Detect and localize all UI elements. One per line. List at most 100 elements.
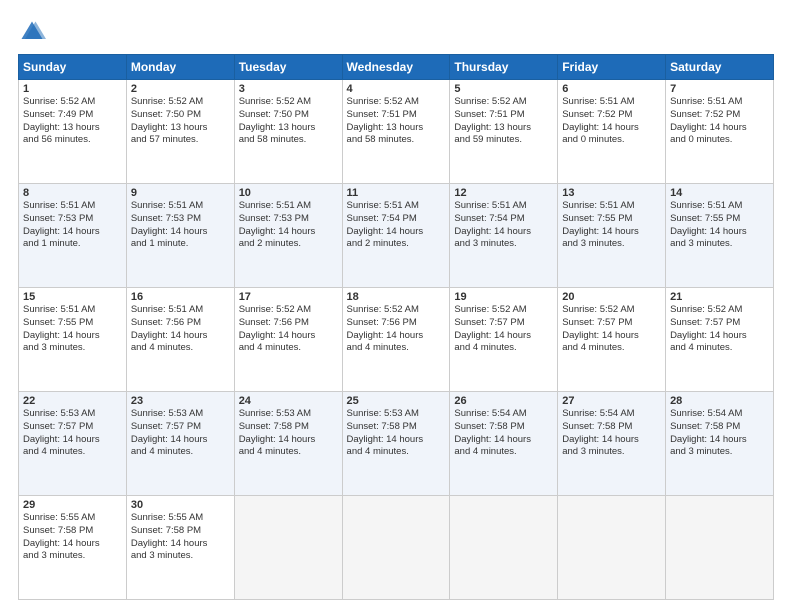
calendar-cell: 14Sunrise: 5:51 AM Sunset: 7:55 PM Dayli… <box>666 184 774 288</box>
day-info: Sunrise: 5:52 AM Sunset: 7:57 PM Dayligh… <box>562 304 661 355</box>
calendar-cell: 9Sunrise: 5:51 AM Sunset: 7:53 PM Daylig… <box>126 184 234 288</box>
day-info: Sunrise: 5:54 AM Sunset: 7:58 PM Dayligh… <box>454 408 553 459</box>
day-number: 20 <box>562 291 661 303</box>
day-number: 7 <box>670 83 769 95</box>
day-header-saturday: Saturday <box>666 55 774 80</box>
day-header-thursday: Thursday <box>450 55 558 80</box>
day-info: Sunrise: 5:55 AM Sunset: 7:58 PM Dayligh… <box>131 512 230 563</box>
day-number: 6 <box>562 83 661 95</box>
calendar-cell <box>342 496 450 600</box>
calendar-cell: 21Sunrise: 5:52 AM Sunset: 7:57 PM Dayli… <box>666 288 774 392</box>
calendar-cell <box>558 496 666 600</box>
day-number: 29 <box>23 499 122 511</box>
week-row-2: 8Sunrise: 5:51 AM Sunset: 7:53 PM Daylig… <box>19 184 774 288</box>
day-info: Sunrise: 5:52 AM Sunset: 7:51 PM Dayligh… <box>454 96 553 147</box>
calendar-cell: 15Sunrise: 5:51 AM Sunset: 7:55 PM Dayli… <box>19 288 127 392</box>
day-number: 18 <box>347 291 446 303</box>
day-number: 9 <box>131 187 230 199</box>
calendar-cell: 10Sunrise: 5:51 AM Sunset: 7:53 PM Dayli… <box>234 184 342 288</box>
calendar-cell: 3Sunrise: 5:52 AM Sunset: 7:50 PM Daylig… <box>234 80 342 184</box>
calendar-cell <box>666 496 774 600</box>
calendar-cell: 29Sunrise: 5:55 AM Sunset: 7:58 PM Dayli… <box>19 496 127 600</box>
calendar-cell: 11Sunrise: 5:51 AM Sunset: 7:54 PM Dayli… <box>342 184 450 288</box>
calendar-cell: 8Sunrise: 5:51 AM Sunset: 7:53 PM Daylig… <box>19 184 127 288</box>
day-header-wednesday: Wednesday <box>342 55 450 80</box>
day-info: Sunrise: 5:53 AM Sunset: 7:58 PM Dayligh… <box>347 408 446 459</box>
calendar-cell: 28Sunrise: 5:54 AM Sunset: 7:58 PM Dayli… <box>666 392 774 496</box>
logo-icon <box>18 18 46 46</box>
day-number: 13 <box>562 187 661 199</box>
day-number: 5 <box>454 83 553 95</box>
day-info: Sunrise: 5:51 AM Sunset: 7:55 PM Dayligh… <box>670 200 769 251</box>
page: SundayMondayTuesdayWednesdayThursdayFrid… <box>0 0 792 612</box>
day-header-monday: Monday <box>126 55 234 80</box>
day-number: 21 <box>670 291 769 303</box>
day-number: 30 <box>131 499 230 511</box>
week-row-4: 22 Sunrise: 5:53 AM Sunset: 7:57 PM Dayli… <box>19 392 774 496</box>
calendar-cell: 18Sunrise: 5:52 AM Sunset: 7:56 PM Dayli… <box>342 288 450 392</box>
day-number: 24 <box>239 395 338 407</box>
day-info: Sunrise: 5:51 AM Sunset: 7:55 PM Dayligh… <box>562 200 661 251</box>
day-info: Sunrise: 5:54 AM Sunset: 7:58 PM Dayligh… <box>562 408 661 459</box>
day-info: Sunrise: 5:52 AM Sunset: 7:49 PM Dayligh… <box>23 96 122 147</box>
week-row-3: 15Sunrise: 5:51 AM Sunset: 7:55 PM Dayli… <box>19 288 774 392</box>
day-info: Sunrise: 5:53 AM Sunset: 7:58 PM Dayligh… <box>239 408 338 459</box>
calendar-cell <box>234 496 342 600</box>
day-info: Sunrise: 5:52 AM Sunset: 7:56 PM Dayligh… <box>347 304 446 355</box>
calendar-cell: 5Sunrise: 5:52 AM Sunset: 7:51 PM Daylig… <box>450 80 558 184</box>
calendar-cell: 7Sunrise: 5:51 AM Sunset: 7:52 PM Daylig… <box>666 80 774 184</box>
day-number: 10 <box>239 187 338 199</box>
calendar-cell: 12Sunrise: 5:51 AM Sunset: 7:54 PM Dayli… <box>450 184 558 288</box>
day-info: Sunrise: 5:51 AM Sunset: 7:53 PM Dayligh… <box>23 200 122 251</box>
day-number: 22 <box>23 395 122 407</box>
day-number: 25 <box>347 395 446 407</box>
day-info: Sunrise: 5:52 AM Sunset: 7:50 PM Dayligh… <box>131 96 230 147</box>
day-info: Sunrise: 5:53 AM Sunset: 7:57 PM Dayligh… <box>131 408 230 459</box>
day-info: Sunrise: 5:55 AM Sunset: 7:58 PM Dayligh… <box>23 512 122 563</box>
day-number: 14 <box>670 187 769 199</box>
day-header-friday: Friday <box>558 55 666 80</box>
day-number: 2 <box>131 83 230 95</box>
day-number: 11 <box>347 187 446 199</box>
calendar-header-row: SundayMondayTuesdayWednesdayThursdayFrid… <box>19 55 774 80</box>
calendar-cell: 4Sunrise: 5:52 AM Sunset: 7:51 PM Daylig… <box>342 80 450 184</box>
day-info: Sunrise: 5:51 AM Sunset: 7:54 PM Dayligh… <box>347 200 446 251</box>
day-number: 1 <box>23 83 122 95</box>
day-number: 17 <box>239 291 338 303</box>
day-info: Sunrise: 5:51 AM Sunset: 7:52 PM Dayligh… <box>670 96 769 147</box>
day-header-sunday: Sunday <box>19 55 127 80</box>
day-number: 27 <box>562 395 661 407</box>
day-number: 26 <box>454 395 553 407</box>
day-info: Sunrise: 5:51 AM Sunset: 7:54 PM Dayligh… <box>454 200 553 251</box>
day-number: 4 <box>347 83 446 95</box>
day-number: 28 <box>670 395 769 407</box>
calendar-cell: 30Sunrise: 5:55 AM Sunset: 7:58 PM Dayli… <box>126 496 234 600</box>
header <box>18 18 774 46</box>
day-number: 12 <box>454 187 553 199</box>
calendar-cell: 19Sunrise: 5:52 AM Sunset: 7:57 PM Dayli… <box>450 288 558 392</box>
calendar-cell: 23Sunrise: 5:53 AM Sunset: 7:57 PM Dayli… <box>126 392 234 496</box>
day-header-tuesday: Tuesday <box>234 55 342 80</box>
calendar-cell: 24Sunrise: 5:53 AM Sunset: 7:58 PM Dayli… <box>234 392 342 496</box>
day-number: 15 <box>23 291 122 303</box>
day-info: Sunrise: 5:51 AM Sunset: 7:53 PM Dayligh… <box>239 200 338 251</box>
calendar-cell: 2Sunrise: 5:52 AM Sunset: 7:50 PM Daylig… <box>126 80 234 184</box>
day-info: Sunrise: 5:52 AM Sunset: 7:56 PM Dayligh… <box>239 304 338 355</box>
day-info: Sunrise: 5:52 AM Sunset: 7:50 PM Dayligh… <box>239 96 338 147</box>
calendar-cell: 25Sunrise: 5:53 AM Sunset: 7:58 PM Dayli… <box>342 392 450 496</box>
week-row-1: 1Sunrise: 5:52 AM Sunset: 7:49 PM Daylig… <box>19 80 774 184</box>
day-number: 19 <box>454 291 553 303</box>
calendar-cell: 16Sunrise: 5:51 AM Sunset: 7:56 PM Dayli… <box>126 288 234 392</box>
calendar-cell: 26Sunrise: 5:54 AM Sunset: 7:58 PM Dayli… <box>450 392 558 496</box>
day-info: Sunrise: 5:51 AM Sunset: 7:53 PM Dayligh… <box>131 200 230 251</box>
day-number: 8 <box>23 187 122 199</box>
calendar-cell: 20Sunrise: 5:52 AM Sunset: 7:57 PM Dayli… <box>558 288 666 392</box>
calendar-cell: 22Sunrise: 5:53 AM Sunset: 7:57 PM Dayli… <box>19 392 127 496</box>
week-row-5: 29Sunrise: 5:55 AM Sunset: 7:58 PM Dayli… <box>19 496 774 600</box>
day-number: 23 <box>131 395 230 407</box>
calendar-cell: 1Sunrise: 5:52 AM Sunset: 7:49 PM Daylig… <box>19 80 127 184</box>
day-info: Sunrise: 5:51 AM Sunset: 7:52 PM Dayligh… <box>562 96 661 147</box>
day-number: 16 <box>131 291 230 303</box>
calendar-cell: 13Sunrise: 5:51 AM Sunset: 7:55 PM Dayli… <box>558 184 666 288</box>
day-info: Sunrise: 5:52 AM Sunset: 7:57 PM Dayligh… <box>670 304 769 355</box>
